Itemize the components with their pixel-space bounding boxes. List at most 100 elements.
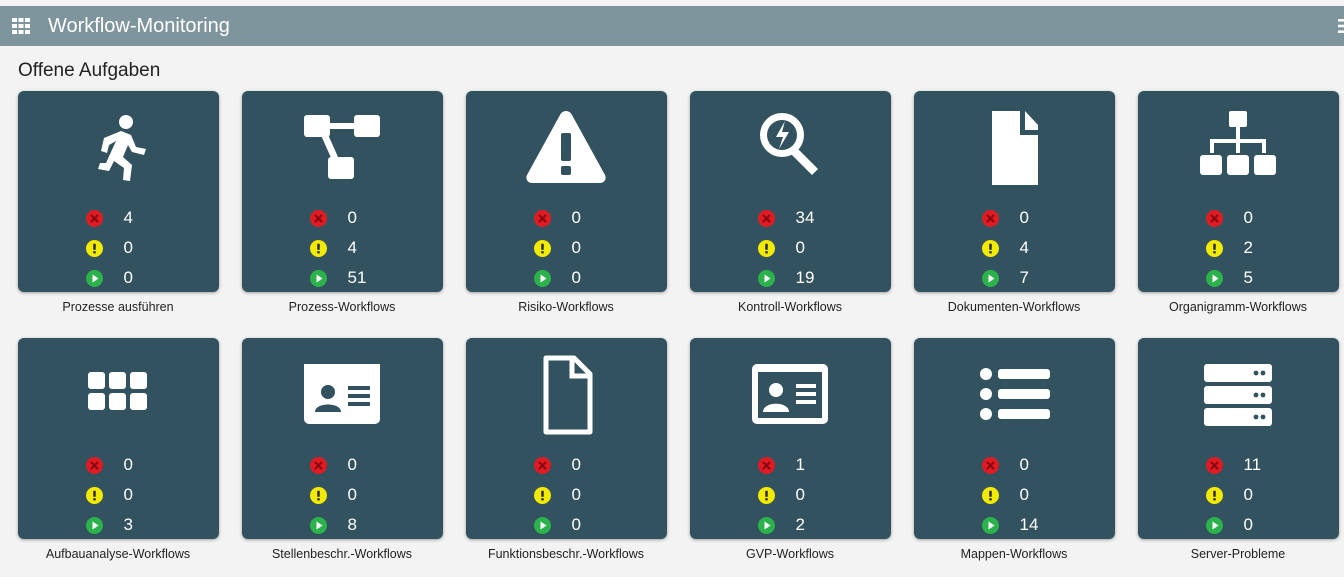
- tile-label[interactable]: GVP-Workflows: [678, 547, 902, 561]
- running-count: 0: [123, 268, 133, 287]
- tile-id-card[interactable]: 0 0 8 Stellenbeschr.-Workflows: [230, 338, 454, 561]
- tile-card[interactable]: 0 2 5: [1137, 91, 1339, 292]
- running-icon: [309, 269, 327, 287]
- running-icon: [533, 516, 551, 534]
- warning-row: 0: [981, 480, 1102, 510]
- warning-count: 0: [123, 485, 133, 504]
- tile-card[interactable]: 4 0 0: [17, 91, 219, 293]
- running-count: 2: [795, 515, 805, 534]
- error-row: 0: [981, 450, 1102, 480]
- tile-process-flow[interactable]: 0 4 51 Prozess-Workflows: [230, 91, 454, 314]
- tile-server[interactable]: 11 0 0 Server-Probleme: [1126, 338, 1344, 561]
- tile-card[interactable]: 0 0 0: [465, 338, 667, 540]
- tile-stats: 0 0 0: [533, 203, 654, 293]
- warning-icon: [981, 486, 999, 504]
- error-count: 0: [123, 455, 133, 474]
- running-count: 3: [123, 515, 133, 534]
- process-flow-icon: [300, 105, 384, 189]
- tile-grid-tiles[interactable]: 0 0 3 Aufbauanalyse-Workflows: [6, 338, 230, 561]
- running-row: 2: [757, 510, 878, 540]
- running-row: 0: [85, 263, 206, 293]
- tile-label[interactable]: Risiko-Workflows: [454, 300, 678, 314]
- error-icon: [85, 456, 103, 474]
- tile-stats: 0 0 8: [309, 450, 430, 540]
- tile-card[interactable]: 0 0 0: [465, 91, 667, 293]
- error-icon: [1205, 209, 1223, 227]
- warning-count: 0: [123, 238, 133, 257]
- running-icon: [533, 269, 551, 287]
- error-icon: [309, 456, 327, 474]
- tile-stats: 0 0 3: [85, 450, 206, 540]
- grid-tiles-icon: [76, 352, 160, 436]
- running-row: 0: [533, 263, 654, 293]
- tile-label[interactable]: Mappen-Workflows: [902, 547, 1126, 561]
- tile-card[interactable]: 1 0 2: [689, 338, 891, 540]
- running-person-icon: [76, 105, 160, 189]
- tile-label[interactable]: Server-Probleme: [1126, 547, 1344, 561]
- tile-label[interactable]: Prozess-Workflows: [230, 300, 454, 314]
- tile-card[interactable]: 11 0 0: [1137, 338, 1339, 540]
- error-count: 0: [347, 208, 357, 227]
- warning-count: 0: [1019, 485, 1029, 504]
- error-row: 0: [309, 450, 430, 480]
- tile-document[interactable]: 0 4 7 Dokumenten-Workflows: [902, 91, 1126, 314]
- tile-stats: 0 4 7: [981, 203, 1102, 293]
- tile-label[interactable]: Kontroll-Workflows: [678, 300, 902, 314]
- tile-stats: 4 0 0: [85, 203, 206, 293]
- error-icon: [309, 209, 327, 227]
- tile-warning-triangle[interactable]: 0 0 0 Risiko-Workflows: [454, 91, 678, 314]
- tile-stats: 0 0 0: [533, 450, 654, 540]
- warning-row: 4: [309, 233, 430, 263]
- tile-card[interactable]: 0 4 51: [241, 91, 443, 293]
- tile-running-person[interactable]: 4 0 0 Prozesse ausführen: [6, 91, 230, 314]
- document-outline-icon: [524, 352, 608, 436]
- tile-label[interactable]: Prozesse ausführen: [6, 300, 230, 314]
- tile-magnifier-bolt[interactable]: 34 0 19 Kontroll-Workflows: [678, 91, 902, 314]
- running-row: 3: [85, 510, 206, 540]
- tile-card[interactable]: 0 0 8: [241, 338, 443, 540]
- error-icon: [1205, 456, 1223, 474]
- warning-count: 2: [1243, 238, 1253, 257]
- warning-icon: [309, 239, 327, 257]
- running-row: 8: [309, 510, 430, 540]
- tile-document-outline[interactable]: 0 0 0 Funktionsbeschr.-Workflows: [454, 338, 678, 561]
- tile-card[interactable]: 34 0 19: [689, 91, 891, 293]
- running-icon: [1205, 516, 1223, 534]
- tile-id-card-outline[interactable]: 1 0 2 GVP-Workflows: [678, 338, 902, 561]
- error-count: 0: [1019, 208, 1029, 227]
- running-icon: [757, 516, 775, 534]
- running-icon: [1205, 269, 1223, 287]
- tile-card[interactable]: 0 0 14: [913, 338, 1115, 540]
- document-icon: [972, 105, 1056, 189]
- tile-card[interactable]: 0 0 3: [17, 338, 219, 540]
- tile-card[interactable]: 0 4 7: [913, 91, 1115, 293]
- warning-count: 0: [571, 485, 581, 504]
- error-count: 0: [1019, 455, 1029, 474]
- error-icon: [533, 209, 551, 227]
- tile-label[interactable]: Aufbauanalyse-Workflows: [6, 547, 230, 561]
- tile-label[interactable]: Dokumenten-Workflows: [902, 300, 1126, 314]
- running-count: 0: [1243, 515, 1253, 534]
- tile-list[interactable]: 0 0 14 Mappen-Workflows: [902, 338, 1126, 561]
- error-count: 0: [571, 455, 581, 474]
- running-icon: [757, 269, 775, 287]
- tile-label[interactable]: Organigramm-Workflows: [1126, 300, 1344, 314]
- tile-stats: 11 0 0: [1205, 450, 1326, 540]
- running-count: 0: [571, 515, 581, 534]
- tile-stats: 0 0 14: [981, 450, 1102, 540]
- warning-icon: [1205, 239, 1223, 257]
- warning-triangle-icon: [524, 105, 608, 189]
- warning-row: 0: [85, 233, 206, 263]
- tile-label[interactable]: Stellenbeschr.-Workflows: [230, 547, 454, 561]
- tile-label[interactable]: Funktionsbeschr.-Workflows: [454, 547, 678, 561]
- tile-org-chart[interactable]: 0 2 5 Organigramm-Workflows: [1126, 91, 1344, 314]
- warning-row: 0: [1205, 480, 1326, 510]
- running-row: 19: [757, 263, 878, 293]
- tile-stats: 0 4 51: [309, 203, 430, 293]
- warning-count: 0: [571, 238, 581, 257]
- running-count: 0: [571, 268, 581, 287]
- tile-grid: 4 0 0 Prozesse ausführen 0 4 51 Prozess-Workfl…: [0, 0, 1344, 577]
- warning-icon: [85, 239, 103, 257]
- id-card-icon: [300, 352, 384, 436]
- warning-icon: [533, 486, 551, 504]
